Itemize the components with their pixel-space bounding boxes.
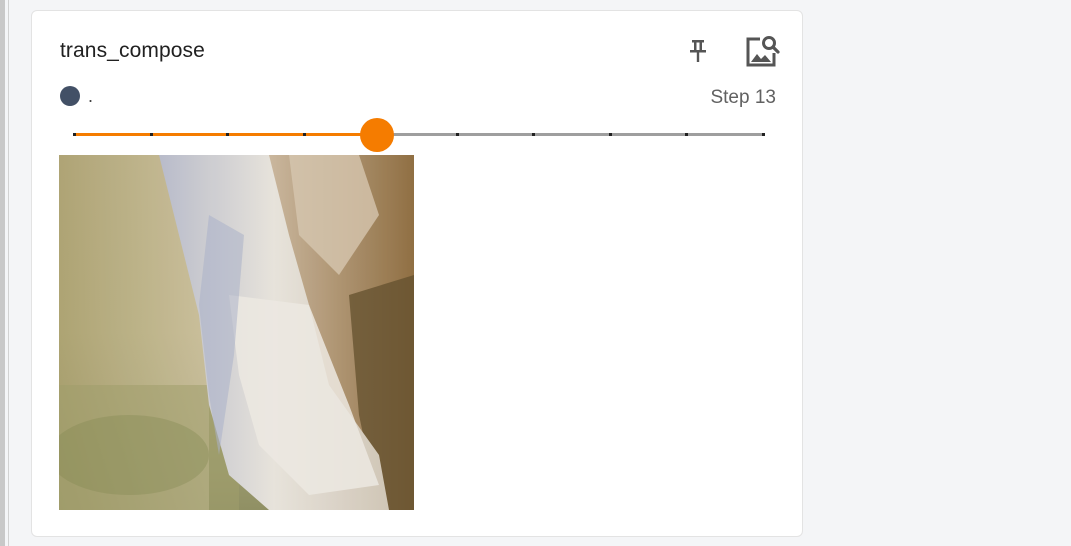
- step-slider[interactable]: [73, 117, 765, 153]
- slider-tick: [302, 133, 306, 136]
- slider-tick: [226, 133, 230, 136]
- slider-tick: [455, 133, 459, 136]
- step-label: Step 13: [710, 87, 776, 109]
- image-search-icon: [744, 34, 780, 73]
- card-title: trans_compose: [60, 39, 205, 62]
- step-value: 13: [754, 87, 776, 108]
- slider-tick: [685, 133, 689, 136]
- pin-icon: [687, 38, 709, 69]
- slider-tick: [608, 133, 612, 136]
- sample-image: [59, 155, 414, 510]
- image-card: trans_compose . Step 13: [31, 10, 803, 537]
- slider-tick: [762, 133, 765, 136]
- run-name: .: [88, 85, 94, 106]
- pin-button[interactable]: [680, 35, 716, 71]
- run-color-dot: [60, 86, 80, 106]
- slider-tick: [73, 133, 76, 136]
- slider-tick: [532, 133, 536, 136]
- expand-image-button[interactable]: [744, 35, 780, 71]
- run-legend: .: [60, 85, 93, 107]
- slider-tick: [149, 133, 153, 136]
- left-panel-edge: [0, 0, 9, 546]
- slider-thumb[interactable]: [360, 118, 395, 152]
- step-prefix: Step: [710, 87, 750, 108]
